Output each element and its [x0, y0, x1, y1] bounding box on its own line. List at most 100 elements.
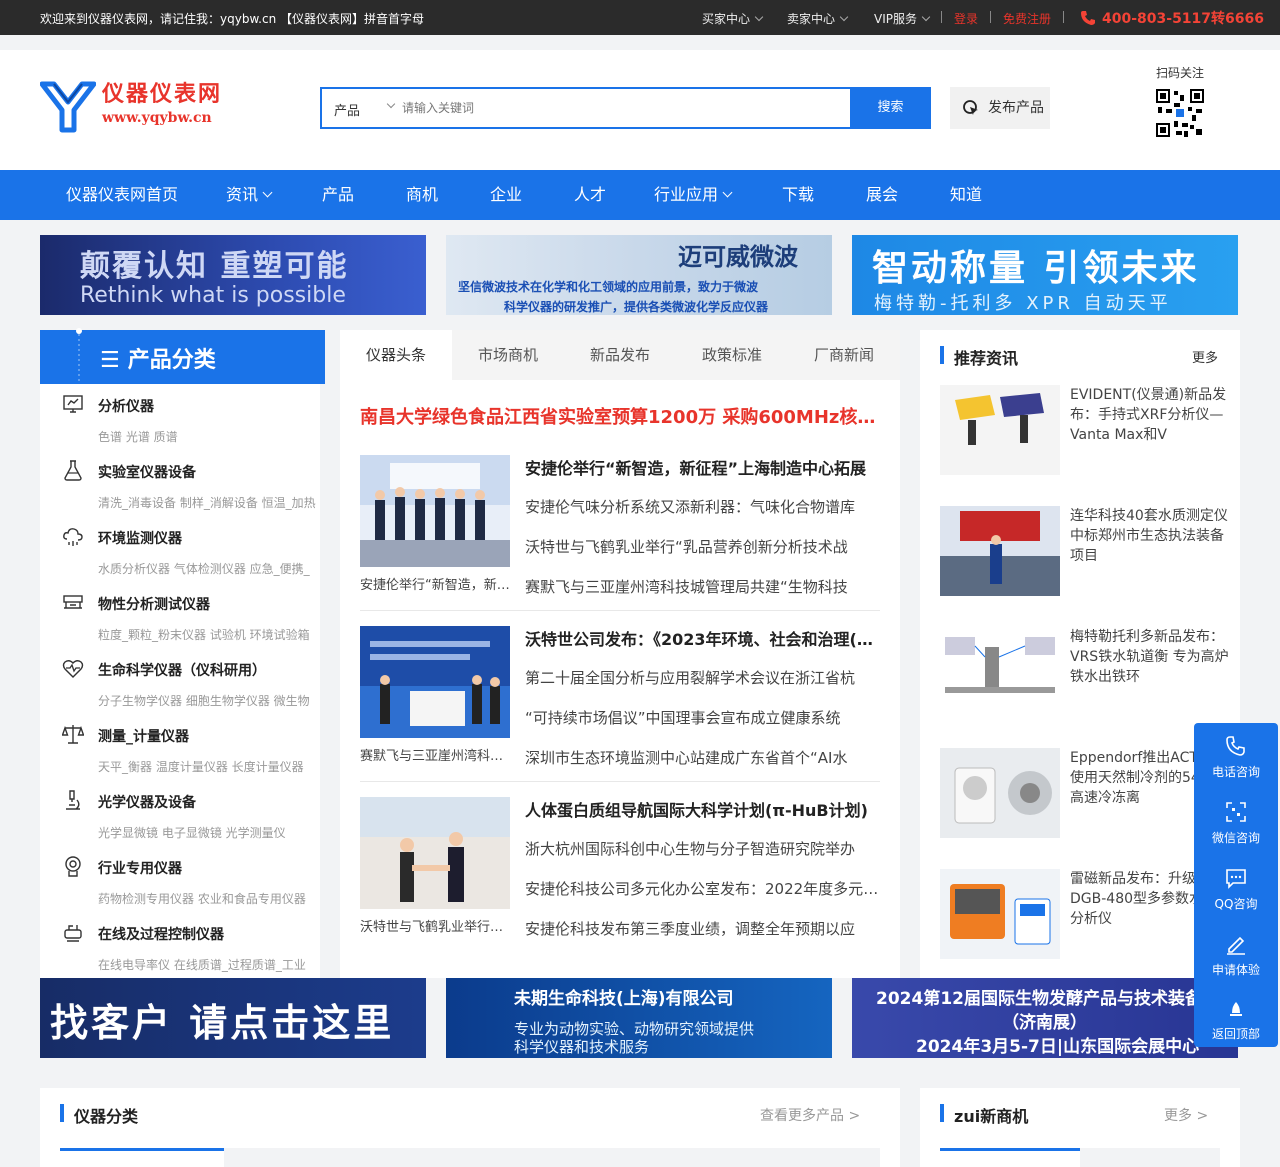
news-link[interactable]: 安捷伦科技公司多元化办公室发布：2022年度多元化报告 — [525, 878, 880, 899]
recommend-title[interactable]: EVIDENT(仪景通)新品发布：手持式XRF分析仪—Vanta Max和V — [1070, 385, 1230, 445]
category-sub[interactable]: 清洗_消毒设备 制样_消解设备 恒温_加热 — [98, 494, 320, 511]
back-to-top-button[interactable]: 返回顶部 — [1194, 985, 1278, 1049]
nav-item-products[interactable]: 产品 — [322, 170, 354, 220]
ad-banner[interactable]: 智动称量 引领未来 梅特勒-托利多 XPR 自动天平 — [852, 235, 1238, 315]
recommend-title[interactable]: 连华科技40套水质测定仪中标郑州市生态执法装备项目 — [1070, 506, 1230, 566]
news-link[interactable]: “可持续市场倡议”中国理事会宣布成立健康系统 — [525, 707, 880, 728]
recommend-title[interactable]: 梅特勒托利多新品发布：VRS铁水轨道衡 专为高炉铁水出铁环 — [1070, 627, 1230, 687]
nav-item-downloads[interactable]: 下载 — [782, 170, 814, 220]
nav-item-applications[interactable]: 行业应用 — [654, 170, 733, 220]
more-link[interactable]: 更多 — [1192, 347, 1218, 366]
category-sub[interactable]: 天平_衡器 温度计量仪器 长度计量仪器 — [98, 758, 320, 775]
chat-icon — [1226, 869, 1246, 889]
nav-item-exhibitions[interactable]: 展会 — [866, 170, 898, 220]
news-link[interactable]: 安捷伦气味分析系统又添新利器：气味化合物谱库 — [525, 496, 880, 517]
nav-item-home[interactable]: 仪器仪表网首页 — [66, 170, 178, 220]
ad-banner[interactable]: 颠覆认知 重塑可能 Rethink what is possible — [40, 235, 426, 315]
category-item[interactable] — [62, 657, 84, 683]
news-link[interactable]: 安捷伦科技发布第三季度业绩，调整全年预期以应 — [525, 918, 880, 939]
category-title[interactable]: 分析仪器 — [98, 396, 154, 416]
news-title[interactable]: 安捷伦举行“新智造，新征程”上海制造中心拓展 — [525, 455, 880, 479]
news-title[interactable]: 沃特世公司发布：《2023年环境、社会和治理(ESG)报告》 — [525, 626, 880, 650]
category-item[interactable] — [62, 525, 84, 551]
ad-banner[interactable]: 迈可威微波 坚信微波技术在化学和化工领域的应用前景，致力于微波 科学仪器的研发推… — [446, 235, 832, 315]
more-link[interactable]: 更多 > — [1164, 1105, 1208, 1125]
tab-headlines[interactable]: 仪器头条 — [340, 330, 452, 380]
news-link[interactable]: 赛默飞与三亚崖州湾科技城管理局共建“生物科技 — [525, 576, 880, 597]
news-link[interactable]: 第二十届全国分析与应用裂解学术会议在浙江省杭 — [525, 667, 880, 688]
category-sub[interactable]: 粒度_颗粒_粉末仪器 试验机 环境试验箱 — [98, 626, 320, 643]
ad-banner[interactable]: 找客户 请点击这里 — [40, 978, 426, 1058]
search-input[interactable] — [402, 94, 842, 122]
category-title[interactable]: 环境监测仪器 — [98, 528, 182, 548]
news-link[interactable]: 沃特世与飞鹤乳业举行“乳品营养创新分析技术战 — [525, 536, 880, 557]
search-category-select[interactable]: 产品 — [334, 100, 360, 119]
tab-new-products[interactable]: 新品发布 — [564, 330, 676, 380]
nav-item-zhidao[interactable]: 知道 — [950, 170, 982, 220]
category-title[interactable]: 测量_计量仪器 — [98, 726, 189, 746]
phone-icon — [1226, 736, 1245, 756]
news-title[interactable]: 人体蛋白质组导航国际大科学计划(π-HuB计划) — [525, 797, 880, 821]
category-title[interactable]: 光学仪器及设备 — [98, 792, 196, 812]
category-item[interactable] — [61, 723, 85, 749]
headline-link[interactable]: 南昌大学绿色食品江西省实验室预算1200万 采购600MHz核磁共振波谱仪 — [360, 403, 880, 429]
category-item[interactable] — [62, 921, 84, 947]
category-sub[interactable]: 色谱 光谱 质谱 — [98, 428, 320, 445]
category-sub[interactable]: 在线电导率仪 在线质谱_过程质谱_工业 — [98, 956, 320, 973]
section-title: 推荐资讯 — [954, 349, 1019, 368]
ad-banner[interactable]: 未期生命科技(上海)有限公司 专业为动物实验、动物研究领域提供 科学仪器和技术服… — [446, 978, 832, 1058]
news-image[interactable] — [360, 797, 510, 909]
category-title[interactable]: 在线及过程控制仪器 — [98, 924, 224, 944]
recommend-image[interactable] — [940, 869, 1060, 959]
recommend-image[interactable] — [940, 627, 1060, 717]
news-image[interactable] — [360, 626, 510, 738]
category-item[interactable] — [62, 459, 84, 485]
category-title[interactable]: 物性分析测试仪器 — [98, 594, 210, 614]
category-item[interactable] — [62, 789, 84, 815]
buyer-center-link[interactable]: 买家中心 — [702, 10, 764, 27]
vip-service-link[interactable]: VIP服务 — [874, 10, 931, 27]
top-bar: 欢迎来到仪器仪表网，请记住我：yqybw.cn 【仪器仪表网】拼音首字母 买家中… — [0, 0, 1280, 35]
category-title[interactable]: 行业专用仪器 — [98, 858, 182, 878]
news-caption[interactable]: 赛默飞与三亚崖州湾科技城管理局共建 — [360, 745, 510, 764]
category-item[interactable] — [62, 393, 84, 419]
tab-vendor-news[interactable]: 厂商新闻 — [788, 330, 900, 380]
category-sub[interactable]: 分子生物学仪器 细胞生物学仪器 微生物 — [98, 692, 320, 709]
category-title[interactable]: 生命科学仪器（仪科研用） — [98, 660, 266, 680]
nav-item-companies[interactable]: 企业 — [490, 170, 522, 220]
wechat-consult-button[interactable]: 微信咨询 — [1194, 789, 1278, 853]
logo-title[interactable]: 仪器仪表网 — [102, 76, 222, 108]
register-link[interactable]: 免费注册 — [1003, 10, 1051, 27]
ad-banner[interactable]: 2024第12届国际生物发酵产品与技术装备展览会 （济南展） 2024年3月5-… — [852, 978, 1238, 1058]
category-sub[interactable]: 药物检测专用仪器 农业和食品专用仪器 — [98, 890, 320, 907]
search-button[interactable]: 搜索 — [850, 87, 931, 129]
category-sub[interactable]: 水质分析仪器 气体检测仪器 应急_便携_ — [98, 560, 320, 577]
logo-icon[interactable] — [40, 78, 96, 134]
tab-market[interactable]: 市场商机 — [452, 330, 564, 380]
login-link[interactable]: 登录 — [954, 10, 978, 27]
news-link[interactable]: 深圳市生态环境监测中心站建成广东省首个“AI水 — [525, 747, 880, 768]
tab-policy[interactable]: 政策标准 — [676, 330, 788, 380]
qq-consult-button[interactable]: QQ咨询 — [1194, 855, 1278, 919]
category-item[interactable] — [62, 591, 84, 617]
news-caption[interactable]: 安捷伦举行“新智造，新征程”上海制造中心拓展 — [360, 574, 510, 593]
nav-item-business[interactable]: 商机 — [406, 170, 438, 220]
nav-item-talent[interactable]: 人才 — [574, 170, 606, 220]
apply-trial-button[interactable]: 申请体验 — [1194, 921, 1278, 985]
news-image[interactable] — [360, 455, 510, 567]
seller-center-link[interactable]: 卖家中心 — [787, 10, 849, 27]
recommend-image[interactable] — [940, 506, 1060, 596]
recommend-image[interactable] — [940, 748, 1060, 838]
nav-item-news[interactable]: 资讯 — [226, 170, 273, 220]
category-title[interactable]: 实验室仪器设备 — [98, 462, 196, 482]
news-link[interactable]: 浙大杭州国际科创中心生物与分子智造研究院举办 — [525, 838, 880, 859]
publish-product-button[interactable]: 发布产品 — [950, 87, 1050, 129]
news-caption[interactable]: 沃特世与飞鹤乳业举行战略合作 — [360, 916, 510, 935]
more-products-link[interactable]: 查看更多产品 > — [760, 1105, 860, 1125]
category-item[interactable] — [62, 855, 84, 881]
phone-consult-button[interactable]: 电话咨询 — [1194, 723, 1278, 787]
category-sub[interactable]: 光学显微镜 电子显微镜 光学测量仪 — [98, 824, 320, 841]
latest-business-section: zui新商机 更多 > — [920, 1088, 1240, 1167]
instrument-category-section: 仪器分类 查看更多产品 > — [40, 1088, 900, 1167]
recommend-image[interactable] — [940, 385, 1060, 475]
